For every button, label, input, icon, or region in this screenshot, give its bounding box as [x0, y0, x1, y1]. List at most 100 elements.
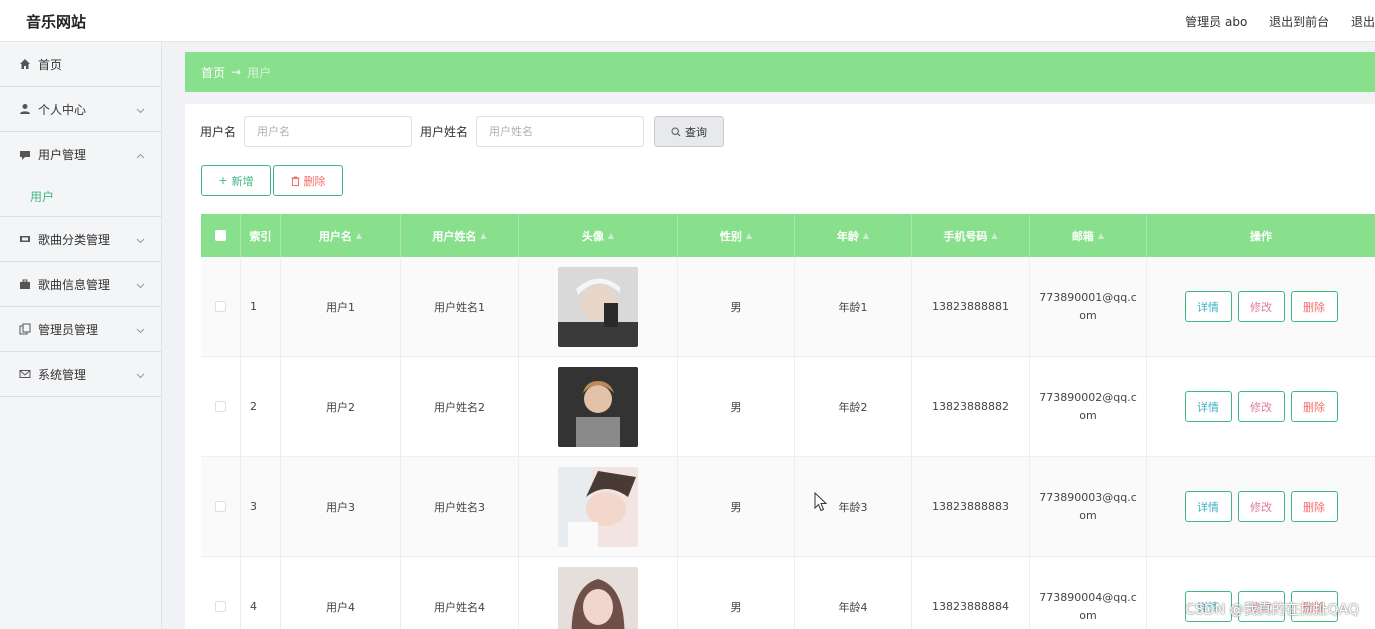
sort-icon: ▲	[480, 231, 487, 240]
logout-link[interactable]: 退出	[1351, 15, 1375, 29]
realname-input[interactable]	[476, 116, 645, 147]
main-content: 首页 → 用户 用户名 用户姓名 查询 + 新增	[185, 52, 1375, 629]
username-input[interactable]	[244, 116, 413, 147]
chevron-down-icon	[136, 233, 145, 247]
username-label: 用户名	[200, 125, 237, 139]
username-cell: 用户1	[281, 257, 401, 356]
sidebar-item-label: 歌曲分类管理	[38, 232, 111, 247]
chat-icon	[18, 148, 32, 162]
select-all-checkbox[interactable]	[215, 230, 226, 241]
sidebar-item-admin-management[interactable]: 管理员管理	[0, 307, 161, 352]
top-bar: 音乐网站 管理员 abo 退出到前台 退出	[0, 0, 1375, 42]
sidebar-item-song-info[interactable]: 歌曲信息管理	[0, 262, 161, 307]
email-cell: 773890001@qq.com	[1030, 257, 1147, 356]
phone-cell: 13823888882	[912, 357, 1030, 456]
breadcrumb-home[interactable]: 首页	[201, 64, 225, 81]
delete-label: 删除	[303, 174, 326, 188]
query-label: 查询	[685, 125, 708, 139]
column-header[interactable]: 年龄 ▲	[795, 214, 912, 257]
site-title: 音乐网站	[26, 13, 87, 31]
table-row: 1 用户1 用户姓名1 男 年龄1 13823888881 773890001@…	[201, 257, 1375, 357]
sidebar-item-label: 用户管理	[38, 148, 87, 162]
delete-button[interactable]: 删除	[1290, 391, 1338, 422]
detail-button[interactable]: 详情	[1184, 491, 1232, 522]
sidebar: 首页 个人中心 用户管理 用户 歌曲分类管理 歌曲信息管理 管理员管理 系统管理	[0, 42, 162, 629]
add-label: 新增	[231, 174, 254, 188]
delete-button[interactable]: 删除	[1290, 291, 1338, 322]
row-select-cell	[201, 357, 241, 456]
row-select-cell	[201, 257, 241, 356]
sort-icon: ▲	[355, 231, 363, 240]
column-header: 操作	[1250, 229, 1272, 243]
user-table: 索引 用户名 ▲ 用户姓名 ▲ 头像 ▲ 性别 ▲ 年龄 ▲ 手机号码 ▲ 邮箱 ▲ 操作 1…	[201, 214, 1375, 629]
sort-icon: ▲	[991, 231, 998, 240]
index-cell: 2	[241, 357, 281, 456]
realname-cell: 用户姓名2	[401, 357, 519, 456]
operations-cell: 详情 修改 删除	[1147, 357, 1375, 456]
sort-icon: ▲	[607, 231, 615, 240]
username-cell: 用户2	[281, 357, 401, 456]
operations-cell: 详情 修改 删除	[1147, 457, 1375, 556]
row-checkbox[interactable]	[215, 501, 226, 512]
phone-cell: 13823888884	[912, 557, 1030, 629]
sort-icon: ▲	[745, 231, 753, 240]
select-all-cell	[201, 214, 241, 257]
operations-cell: 详情 修改 删除	[1147, 257, 1375, 356]
copy-icon	[18, 322, 32, 336]
column-header[interactable]: 性别 ▲	[678, 214, 795, 257]
avatar	[558, 266, 638, 347]
chevron-down-icon	[136, 323, 145, 337]
sidebar-item-personal-center[interactable]: 个人中心	[0, 87, 161, 132]
add-button[interactable]: + 新增	[201, 165, 271, 196]
row-checkbox[interactable]	[215, 301, 226, 312]
email-cell: 773890002@qq.com	[1030, 357, 1147, 456]
table-header: 索引 用户名 ▲ 用户姓名 ▲ 头像 ▲ 性别 ▲ 年龄 ▲ 手机号码 ▲ 邮箱 ▲ 操作	[201, 214, 1375, 257]
sidebar-item-user-management[interactable]: 用户管理	[0, 132, 161, 177]
query-button[interactable]: 查询	[654, 116, 725, 147]
detail-button[interactable]: 详情	[1184, 391, 1232, 422]
detail-button[interactable]: 详情	[1184, 291, 1232, 322]
sidebar-item-home[interactable]: 首页	[0, 42, 161, 87]
top-bar-actions: 管理员 abo 退出到前台 退出	[1167, 13, 1375, 30]
mail-icon	[18, 367, 32, 381]
column-header[interactable]: 用户姓名 ▲	[401, 214, 519, 257]
table-row: 3 用户3 用户姓名3 男 年龄3 13823888883 773890003@…	[201, 457, 1375, 557]
avatar-cell	[519, 457, 678, 556]
age-cell: 年龄3	[795, 457, 912, 556]
email-text: 773890004@qq.com	[1039, 590, 1137, 622]
age-cell: 年龄1	[795, 257, 912, 356]
sidebar-item-song-category[interactable]: 歌曲分类管理	[0, 217, 161, 262]
search-form: 用户名 用户姓名 查询	[200, 116, 725, 147]
watermark: CSDN @我真的在拉扯QAQ	[1185, 602, 1359, 618]
sidebar-item-system-management[interactable]: 系统管理	[0, 352, 161, 397]
row-checkbox[interactable]	[215, 401, 226, 412]
avatar	[558, 366, 638, 447]
row-checkbox[interactable]	[215, 601, 226, 612]
search-icon	[671, 126, 681, 137]
avatar	[558, 566, 638, 629]
phone-cell: 13823888883	[912, 457, 1030, 556]
column-header[interactable]: 邮箱 ▲	[1030, 214, 1147, 257]
column-header[interactable]: 头像 ▲	[519, 214, 678, 257]
gender-cell: 男	[678, 457, 795, 556]
column-header[interactable]: 用户名 ▲	[281, 214, 401, 257]
row-select-cell	[201, 557, 241, 629]
chevron-down-icon	[136, 368, 145, 382]
row-select-cell	[201, 457, 241, 556]
username-cell: 用户4	[281, 557, 401, 629]
gender-cell: 男	[678, 557, 795, 629]
exit-to-front-link[interactable]: 退出到前台	[1269, 15, 1329, 29]
delete-button[interactable]: 删除	[1290, 491, 1338, 522]
phone-cell: 13823888881	[912, 257, 1030, 356]
batch-delete-button[interactable]: 删除	[273, 165, 343, 196]
edit-button[interactable]: 修改	[1237, 491, 1285, 522]
index-cell: 1	[241, 257, 281, 356]
sidebar-item-label: 首页	[38, 57, 63, 72]
edit-button[interactable]: 修改	[1237, 391, 1285, 422]
sidebar-subitem-user[interactable]: 用户	[0, 177, 161, 217]
gender-cell: 男	[678, 357, 795, 456]
sort-icon: ▲	[1097, 231, 1105, 240]
column-header[interactable]: 手机号码 ▲	[912, 214, 1030, 257]
edit-button[interactable]: 修改	[1237, 291, 1285, 322]
chevron-down-icon	[136, 278, 145, 292]
